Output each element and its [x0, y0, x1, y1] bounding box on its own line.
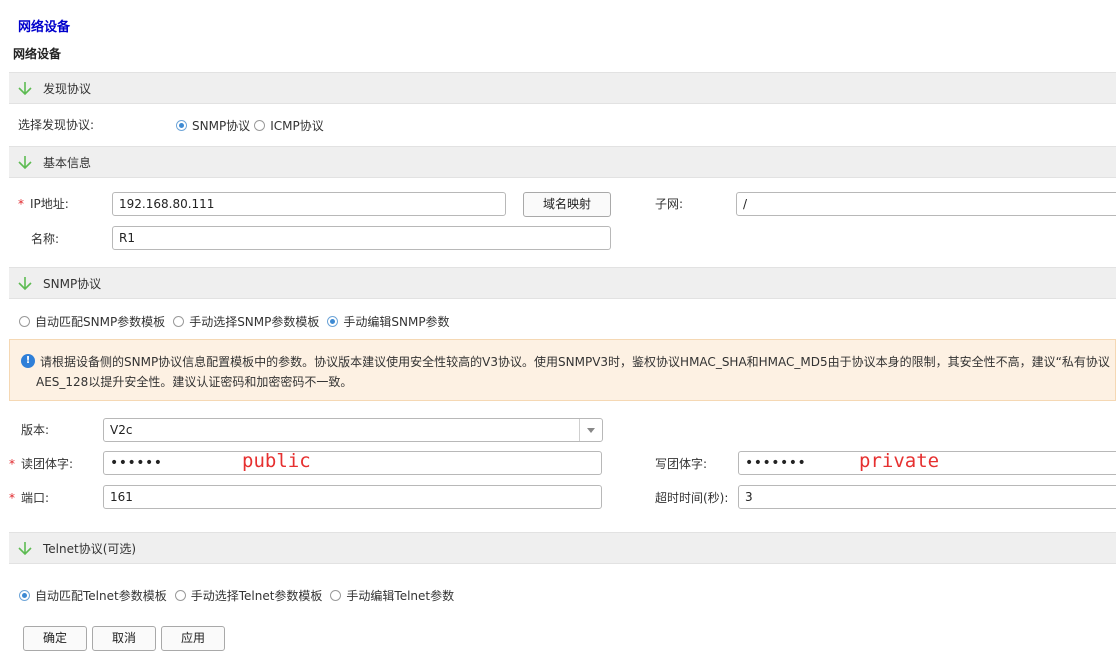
- telnet-radio-group: 自动匹配Telnet参数模板 手动选择Telnet参数模板 手动编辑Telnet…: [19, 587, 458, 604]
- section-basic[interactable]: 基本信息: [9, 146, 1116, 178]
- radio-label: 手动编辑SNMP参数: [343, 315, 450, 329]
- port-input[interactable]: 161: [103, 485, 602, 509]
- radio-telnet-select[interactable]: 手动选择Telnet参数模板: [174, 587, 323, 604]
- cancel-button[interactable]: 取消: [92, 626, 156, 651]
- info-line-2: AES_128以提升安全性。建议认证密码和加密密码不一致。: [36, 375, 353, 389]
- password-mask: •••••••: [745, 455, 807, 471]
- port-label-text: 端口:: [21, 491, 50, 505]
- required-mark: *: [9, 457, 15, 471]
- subnet-input[interactable]: /: [736, 192, 1116, 216]
- read-community-input[interactable]: ••••••: [103, 451, 602, 475]
- radio-dot: [330, 590, 342, 601]
- section-title: 发现协议: [43, 81, 92, 96]
- radio-label: SNMP协议: [192, 119, 251, 133]
- section-title: 基本信息: [43, 155, 92, 170]
- apply-button[interactable]: 应用: [161, 626, 225, 651]
- radio-snmp[interactable]: SNMP协议: [176, 117, 250, 134]
- breadcrumb: 网络设备: [13, 47, 62, 61]
- info-banner: ! 请根据设备侧的SNMP协议信息配置模板中的参数。协议版本建议使用安全性较高的…: [9, 339, 1116, 401]
- chevron-down-icon[interactable]: [579, 419, 602, 441]
- timeout-label: 超时时间(秒):: [655, 491, 729, 505]
- down-arrow-icon: [18, 156, 32, 170]
- required-mark: *: [18, 197, 24, 211]
- discovery-label: 选择发现协议:: [18, 118, 95, 132]
- version-label: 版本:: [21, 423, 50, 437]
- dns-mapping-button[interactable]: 域名映射: [523, 192, 611, 217]
- name-input[interactable]: R1: [112, 226, 611, 250]
- snmp-radio-group: 自动匹配SNMP参数模板 手动选择SNMP参数模板 手动编辑SNMP参数: [19, 313, 454, 330]
- write-annotation: private: [859, 450, 940, 472]
- radio-snmp-manual[interactable]: 手动编辑SNMP参数: [327, 313, 450, 330]
- ip-label: * IP地址:: [18, 195, 69, 212]
- section-discovery[interactable]: 发现协议: [9, 72, 1116, 104]
- radio-snmp-auto[interactable]: 自动匹配SNMP参数模板: [19, 313, 165, 330]
- section-title: Telnet协议(可选): [43, 541, 137, 556]
- required-mark: *: [9, 491, 15, 505]
- read-community-label: * 读团体字:: [9, 455, 73, 472]
- radio-label: 自动匹配Telnet参数模板: [35, 589, 167, 603]
- radio-label: ICMP协议: [270, 119, 324, 133]
- radio-dot: [174, 590, 186, 601]
- discovery-radio-group: SNMP协议 ICMP协议: [176, 117, 328, 134]
- ip-input[interactable]: 192.168.80.111: [112, 192, 506, 216]
- info-line-1: 请根据设备侧的SNMP协议信息配置模板中的参数。协议版本建议使用安全性较高的V3…: [40, 355, 1110, 369]
- read-community-label-text: 读团体字:: [21, 457, 74, 471]
- radio-dot: [254, 120, 266, 131]
- radio-label: 手动编辑Telnet参数: [346, 589, 455, 603]
- info-text: 请根据设备侧的SNMP协议信息配置模板中的参数。协议版本建议使用安全性较高的V3…: [36, 352, 1110, 392]
- name-label: 名称:: [31, 232, 60, 246]
- radio-telnet-manual[interactable]: 手动编辑Telnet参数: [330, 587, 454, 604]
- radio-telnet-auto[interactable]: 自动匹配Telnet参数模板: [19, 587, 167, 604]
- write-community-label: 写团体字:: [655, 457, 708, 471]
- section-title: SNMP协议: [43, 276, 102, 291]
- timeout-input[interactable]: 3: [738, 485, 1116, 509]
- radio-dot: [327, 316, 339, 327]
- section-telnet[interactable]: Telnet协议(可选): [9, 532, 1116, 564]
- radio-label: 手动选择SNMP参数模板: [189, 315, 320, 329]
- section-snmp[interactable]: SNMP协议: [9, 267, 1116, 299]
- radio-icmp[interactable]: ICMP协议: [254, 117, 324, 134]
- info-icon: !: [21, 354, 35, 368]
- ip-label-text: IP地址:: [30, 197, 69, 211]
- version-value: V2c: [110, 423, 133, 437]
- radio-dot: [176, 120, 187, 131]
- down-arrow-icon: [18, 277, 32, 291]
- page-title: 网络设备: [18, 20, 71, 35]
- port-label: * 端口:: [9, 489, 49, 506]
- radio-label: 手动选择Telnet参数模板: [190, 589, 323, 603]
- radio-snmp-select[interactable]: 手动选择SNMP参数模板: [173, 313, 319, 330]
- password-mask: ••••••: [110, 455, 163, 471]
- read-annotation: public: [242, 450, 311, 472]
- radio-label: 自动匹配SNMP参数模板: [35, 315, 166, 329]
- subnet-label: 子网:: [655, 197, 684, 211]
- radio-dot: [173, 316, 185, 327]
- down-arrow-icon: [18, 542, 32, 556]
- down-arrow-icon: [18, 82, 32, 96]
- radio-dot: [19, 316, 30, 327]
- radio-dot: [19, 590, 30, 601]
- version-select[interactable]: V2c: [103, 418, 603, 442]
- ok-button[interactable]: 确定: [23, 626, 87, 651]
